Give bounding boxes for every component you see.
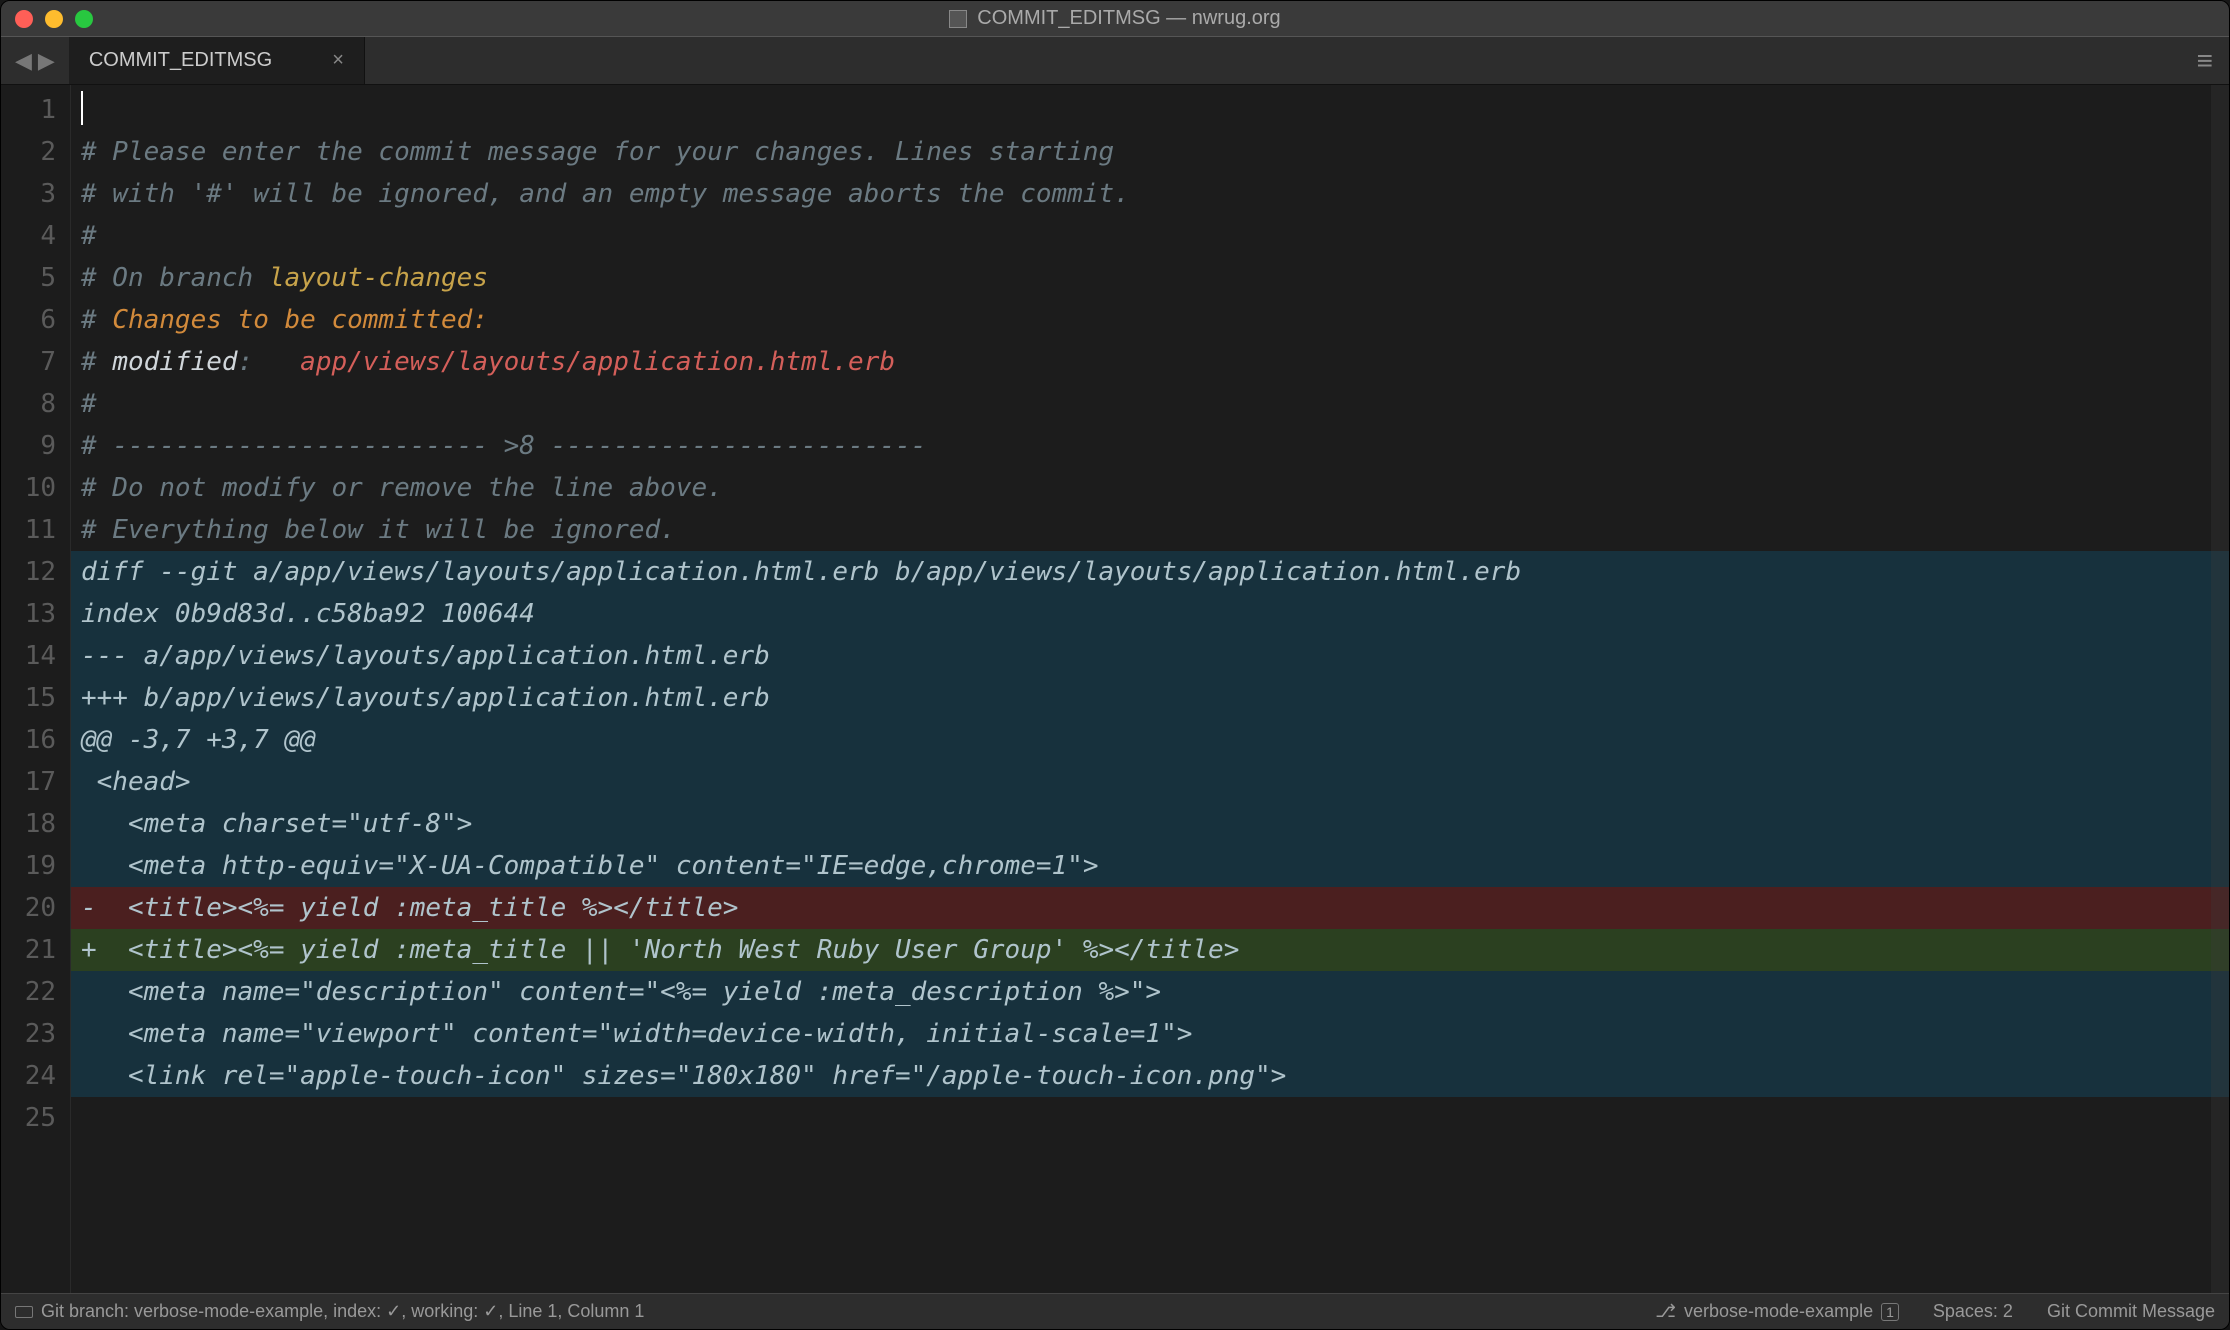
code-line[interactable]: # [71,383,2229,425]
status-spaces[interactable]: Spaces: 2 [1933,1301,2013,1322]
maximize-icon[interactable] [75,10,93,28]
line-number: 12 [1,551,56,593]
titlebar: COMMIT_EDITMSG — nwrug.org [1,1,2229,37]
code-line[interactable]: # [71,215,2229,257]
line-number: 14 [1,635,56,677]
line-number: 8 [1,383,56,425]
code-line[interactable]: # with '#' will be ignored, and an empty… [71,173,2229,215]
code-line[interactable]: <meta charset="utf-8"> [71,803,2229,845]
line-number: 17 [1,761,56,803]
code-line[interactable]: +++ b/app/views/layouts/application.html… [71,677,2229,719]
nav-prev-icon[interactable]: ◀ [15,48,32,74]
line-number: 6 [1,299,56,341]
line-number: 16 [1,719,56,761]
code-line[interactable]: # modified: app/views/layouts/applicatio… [71,341,2229,383]
line-number: 10 [1,467,56,509]
code-line[interactable]: @@ -3,7 +3,7 @@ [71,719,2229,761]
line-number: 13 [1,593,56,635]
code-line[interactable]: <meta name="viewport" content="width=dev… [71,1013,2229,1055]
line-number: 9 [1,425,56,467]
status-summary: Git branch: verbose-mode-example, index:… [41,1301,644,1322]
line-number: 7 [1,341,56,383]
line-number: 1 [1,89,56,131]
line-number: 11 [1,509,56,551]
tab-close-icon[interactable]: × [332,49,344,72]
status-branch-name: verbose-mode-example [1684,1301,1873,1322]
line-number: 5 [1,257,56,299]
editor-area[interactable]: 1 2 3 4 5 6 7 8 9 10 11 12 13 14 15 16 1… [1,85,2229,1293]
code-line[interactable]: <meta name="description" content="<%= yi… [71,971,2229,1013]
minimize-icon[interactable] [45,10,63,28]
status-bar: Git branch: verbose-mode-example, index:… [1,1293,2229,1329]
line-number: 23 [1,1013,56,1055]
code-content[interactable]: # Please enter the commit message for yo… [71,85,2229,1293]
tab-bar: ◀ ▶ COMMIT_EDITMSG × ≡ [1,37,2229,85]
code-line[interactable] [71,89,2229,131]
line-number: 18 [1,803,56,845]
code-line[interactable]: <head> [71,761,2229,803]
code-line[interactable]: # Please enter the commit message for yo… [71,131,2229,173]
menu-icon[interactable]: ≡ [2197,45,2229,77]
code-line[interactable] [71,1097,2229,1139]
scrollbar[interactable] [2211,85,2229,1293]
window-title-container: COMMIT_EDITMSG — nwrug.org [1,7,2229,30]
branch-icon: ⎇ [1655,1301,1676,1322]
code-line[interactable]: # Do not modify or remove the line above… [71,467,2229,509]
line-number: 3 [1,173,56,215]
code-line[interactable]: index 0b9d83d..c58ba92 100644 [71,593,2229,635]
line-gutter: 1 2 3 4 5 6 7 8 9 10 11 12 13 14 15 16 1… [1,85,71,1293]
nav-next-icon[interactable]: ▶ [38,48,55,74]
line-number: 4 [1,215,56,257]
code-line[interactable]: <link rel="apple-touch-icon" sizes="180x… [71,1055,2229,1097]
code-line-removed[interactable]: - <title><%= yield :meta_title %></title… [71,887,2229,929]
code-line-added[interactable]: + <title><%= yield :meta_title || 'North… [71,929,2229,971]
line-number: 15 [1,677,56,719]
line-number: 19 [1,845,56,887]
status-badge: 1 [1881,1303,1899,1321]
tab-label: COMMIT_EDITMSG [89,49,272,72]
line-number: 21 [1,929,56,971]
code-line[interactable]: # On branch layout-changes [71,257,2229,299]
code-line[interactable]: # Changes to be committed: [71,299,2229,341]
traffic-lights [1,10,93,28]
text-cursor [81,91,83,125]
line-number: 25 [1,1097,56,1139]
line-number: 22 [1,971,56,1013]
line-number: 2 [1,131,56,173]
close-icon[interactable] [15,10,33,28]
code-line[interactable]: # ------------------------ >8 ----------… [71,425,2229,467]
file-icon [949,10,967,28]
status-box-icon[interactable] [15,1306,33,1318]
editor-window: COMMIT_EDITMSG — nwrug.org ◀ ▶ COMMIT_ED… [0,0,2230,1330]
window-title: COMMIT_EDITMSG — nwrug.org [977,7,1280,30]
tab-commit-editmsg[interactable]: COMMIT_EDITMSG × [69,37,365,84]
nav-arrows: ◀ ▶ [1,48,69,74]
status-syntax[interactable]: Git Commit Message [2047,1301,2215,1322]
line-number: 24 [1,1055,56,1097]
code-line[interactable]: # Everything below it will be ignored. [71,509,2229,551]
code-line[interactable]: <meta http-equiv="X-UA-Compatible" conte… [71,845,2229,887]
status-git-branch[interactable]: ⎇ verbose-mode-example 1 [1655,1301,1899,1322]
code-line[interactable]: diff --git a/app/views/layouts/applicati… [71,551,2229,593]
line-number: 20 [1,887,56,929]
code-line[interactable]: --- a/app/views/layouts/application.html… [71,635,2229,677]
